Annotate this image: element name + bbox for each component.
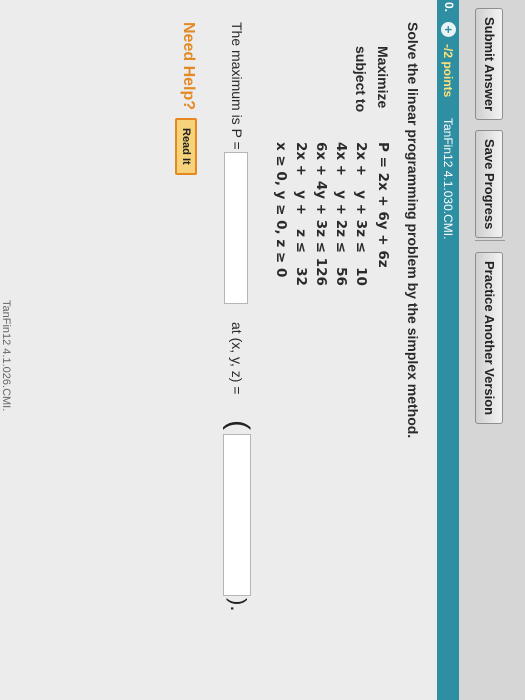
- question-number: 0.: [442, 2, 456, 13]
- nonnegativity-constraints: x ≥ 0, y ≥ 0, z ≥ 0: [273, 142, 289, 278]
- question-prompt: Solve the linear programming problem by …: [405, 22, 421, 439]
- maximize-label: Maximize: [375, 46, 391, 109]
- at-point-label: at (x, y, z) =: [229, 322, 245, 395]
- question-panel: 0. + -/2 points TanFin12 4.1.030.CMI. So…: [0, 0, 459, 700]
- subject-to-label: subject to: [353, 46, 369, 113]
- close-paren: ).: [226, 598, 251, 612]
- question-header-bar: 0. + -/2 points TanFin12 4.1.030.CMI.: [437, 0, 459, 700]
- next-question-id: TanFin12 4.1.026.CMI.: [0, 300, 12, 412]
- need-help-label: Need Help?: [180, 22, 197, 111]
- toolbar-divider: [475, 240, 505, 241]
- open-paren: (: [222, 420, 255, 430]
- constraint-3: 6x + 4y + 3z ≤ 126: [313, 142, 329, 286]
- objective-function: P = 2x + 6y + 6z: [375, 142, 391, 268]
- points-label: -/2 points: [441, 44, 455, 98]
- constraint-2: 4x + y + 2z ≤ 56: [333, 142, 349, 286]
- point-input[interactable]: [223, 434, 251, 596]
- question-id: TanFin12 4.1.030.CMI.: [441, 118, 455, 240]
- expand-icon[interactable]: +: [441, 22, 456, 37]
- save-progress-button[interactable]: Save Progress: [475, 130, 503, 239]
- constraint-4: 2x + y + z ≤ 32: [293, 142, 309, 286]
- toolbar: Submit Answer Save Progress Practice Ano…: [459, 0, 525, 700]
- constraint-1: 2x + y + 3z ≤ 10: [353, 142, 369, 286]
- answer-prefix: The maximum is P =: [229, 22, 245, 150]
- practice-another-version-button[interactable]: Practice Another Version: [475, 252, 503, 425]
- assignment-page: Submit Answer Save Progress Practice Ano…: [0, 0, 525, 700]
- read-it-button[interactable]: Read It: [175, 118, 197, 175]
- submit-answer-button[interactable]: Submit Answer: [475, 8, 503, 121]
- max-value-input[interactable]: [224, 152, 248, 304]
